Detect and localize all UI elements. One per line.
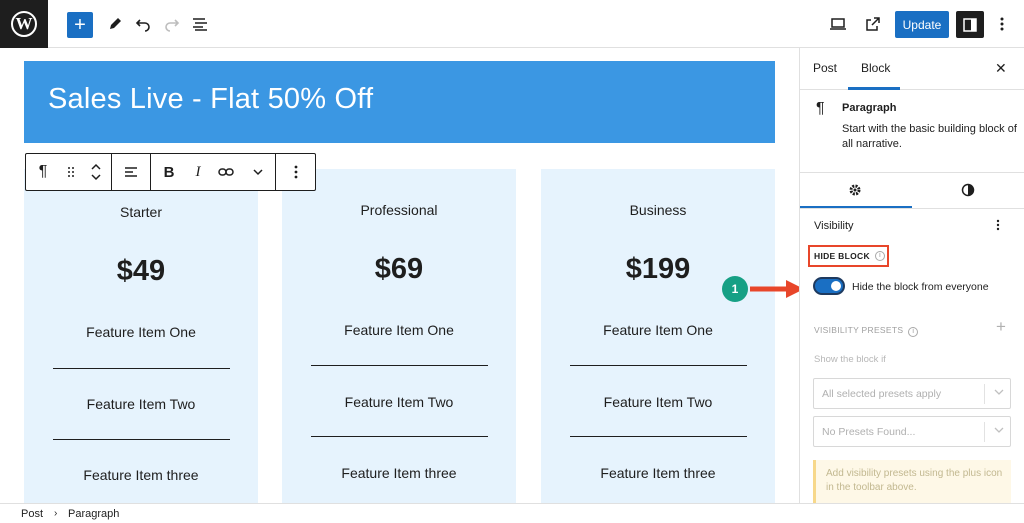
undo-icon[interactable] [131,12,155,36]
visibility-panel: Visibility HIDE BLOCK i Hide the block f… [800,210,1024,510]
breadcrumb-post[interactable]: Post [21,508,43,520]
feature-divider [570,436,747,437]
annotation-arrow-icon [750,280,804,298]
plan-price: $49 [116,255,166,287]
active-tab-indicator [848,87,900,90]
select-separator [984,384,985,404]
select-separator [984,422,985,442]
feature-item: Feature Item One [603,322,713,338]
update-button[interactable]: Update [895,11,949,38]
styles-contrast-icon[interactable] [961,183,975,202]
view-post-external-icon[interactable] [861,12,885,36]
breadcrumb: Post › Paragraph [0,503,1024,523]
settings-sidebar-toggle[interactable] [956,11,984,38]
move-up-down-icon[interactable] [82,154,110,190]
chevron-down-icon [994,424,1004,439]
block-card: ¶ Paragraph Start with the basic buildin… [800,91,1024,173]
preset-apply-select[interactable]: All selected presets apply [813,378,1011,409]
sidebar-tabs: Post Block ✕ [800,48,1024,90]
add-block-button[interactable]: + [67,12,93,38]
feature-divider [311,436,488,437]
add-preset-plus-icon[interactable]: + [996,317,1006,337]
settings-gear-icon[interactable] [848,183,862,202]
feature-divider [53,439,230,440]
preview-desktop-icon[interactable] [826,12,850,36]
feature-item: Feature Item Two [344,394,454,410]
options-more-icon[interactable] [990,12,1014,36]
settings-sidebar: Post Block ✕ ¶ Paragraph Start with the … [799,48,1024,504]
chevron-down-icon [994,386,1004,401]
document-overview-icon[interactable] [188,12,212,36]
block-description: Start with the basic building block of a… [842,123,1017,150]
close-icon[interactable]: ✕ [995,60,1007,77]
hide-block-toggle-label: Hide the block from everyone [852,281,989,293]
more-rich-text-chevron-down-icon[interactable] [243,154,273,190]
info-icon[interactable]: i [874,251,885,261]
presets-info-icon[interactable]: i [908,327,919,337]
plan-price: $69 [374,253,424,285]
feature-item: Feature Item three [600,465,716,481]
feature-item: Feature Item three [341,465,457,481]
block-toolbar: ¶ B I [25,153,316,191]
feature-item: Feature Item three [83,467,199,483]
pricing-card-professional[interactable]: Professional $69 Feature Item One Featur… [282,169,516,503]
feature-item: Feature Item Two [603,394,713,410]
toggle-knob [831,281,841,291]
pricing-card-starter[interactable]: Starter $49 Feature Item One Feature Ite… [24,169,258,503]
show-block-if-label: Show the block if [814,354,886,365]
block-title: Paragraph [842,102,897,114]
plan-name: Professional [360,202,438,218]
editor-top-toolbar: W + Update [0,0,1024,48]
paragraph-icon: ¶ [816,100,825,117]
feature-item: Feature Item Two [86,396,196,412]
notice-text: Add visibility presets using the plus ic… [826,468,1003,493]
plan-name: Starter [119,204,162,220]
tab-block[interactable]: Block [861,61,890,75]
visibility-more-icon[interactable] [996,218,1000,234]
hide-block-highlight: HIDE BLOCK i [808,245,889,267]
select-value: No Presets Found... [822,426,916,438]
redo-icon[interactable] [160,12,184,36]
presets-select[interactable]: No Presets Found... [813,416,1011,447]
block-options-more-icon[interactable] [276,154,315,190]
step-number-badge: 1 [722,276,748,302]
active-subtab-indicator [800,206,912,208]
breadcrumb-paragraph[interactable]: Paragraph [68,508,119,520]
tab-post[interactable]: Post [813,61,837,75]
plan-name: Business [629,202,687,218]
feature-divider [570,365,747,366]
feature-item: Feature Item One [86,324,196,340]
presets-notice: Add visibility presets using the plus ic… [813,460,1011,504]
pricing-card-business[interactable]: Business $199 Feature Item One Feature I… [541,169,775,503]
wordpress-icon: W [11,11,37,37]
feature-item: Feature Item One [344,322,454,338]
link-icon[interactable] [209,154,243,190]
hide-block-label: HIDE BLOCK [814,251,870,261]
breadcrumb-separator-chevron-icon: › [54,508,58,519]
select-value: All selected presets apply [822,388,942,400]
italic-button[interactable]: I [187,154,209,190]
banner-title: Sales Live - Flat 50% Off [48,83,374,115]
feature-divider [53,368,230,369]
bold-button[interactable]: B [151,154,187,190]
hide-block-toggle[interactable] [813,277,845,295]
wordpress-logo-button[interactable]: W [0,0,48,48]
sidebar-icon [963,17,977,32]
block-inspector-tabs [800,174,1024,209]
visibility-presets-title: VISIBILITY PRESETS i [814,325,919,337]
tools-pencil-icon[interactable] [103,12,127,36]
editor-canvas: Sales Live - Flat 50% Off Starter $49 Fe… [0,49,799,503]
feature-divider [311,365,488,366]
visibility-title: Visibility [814,220,854,232]
drag-handle-icon[interactable] [60,154,82,190]
paragraph-block-icon[interactable]: ¶ [26,154,60,190]
banner-heading-block[interactable]: Sales Live - Flat 50% Off [24,61,775,143]
align-left-icon[interactable] [112,154,150,190]
